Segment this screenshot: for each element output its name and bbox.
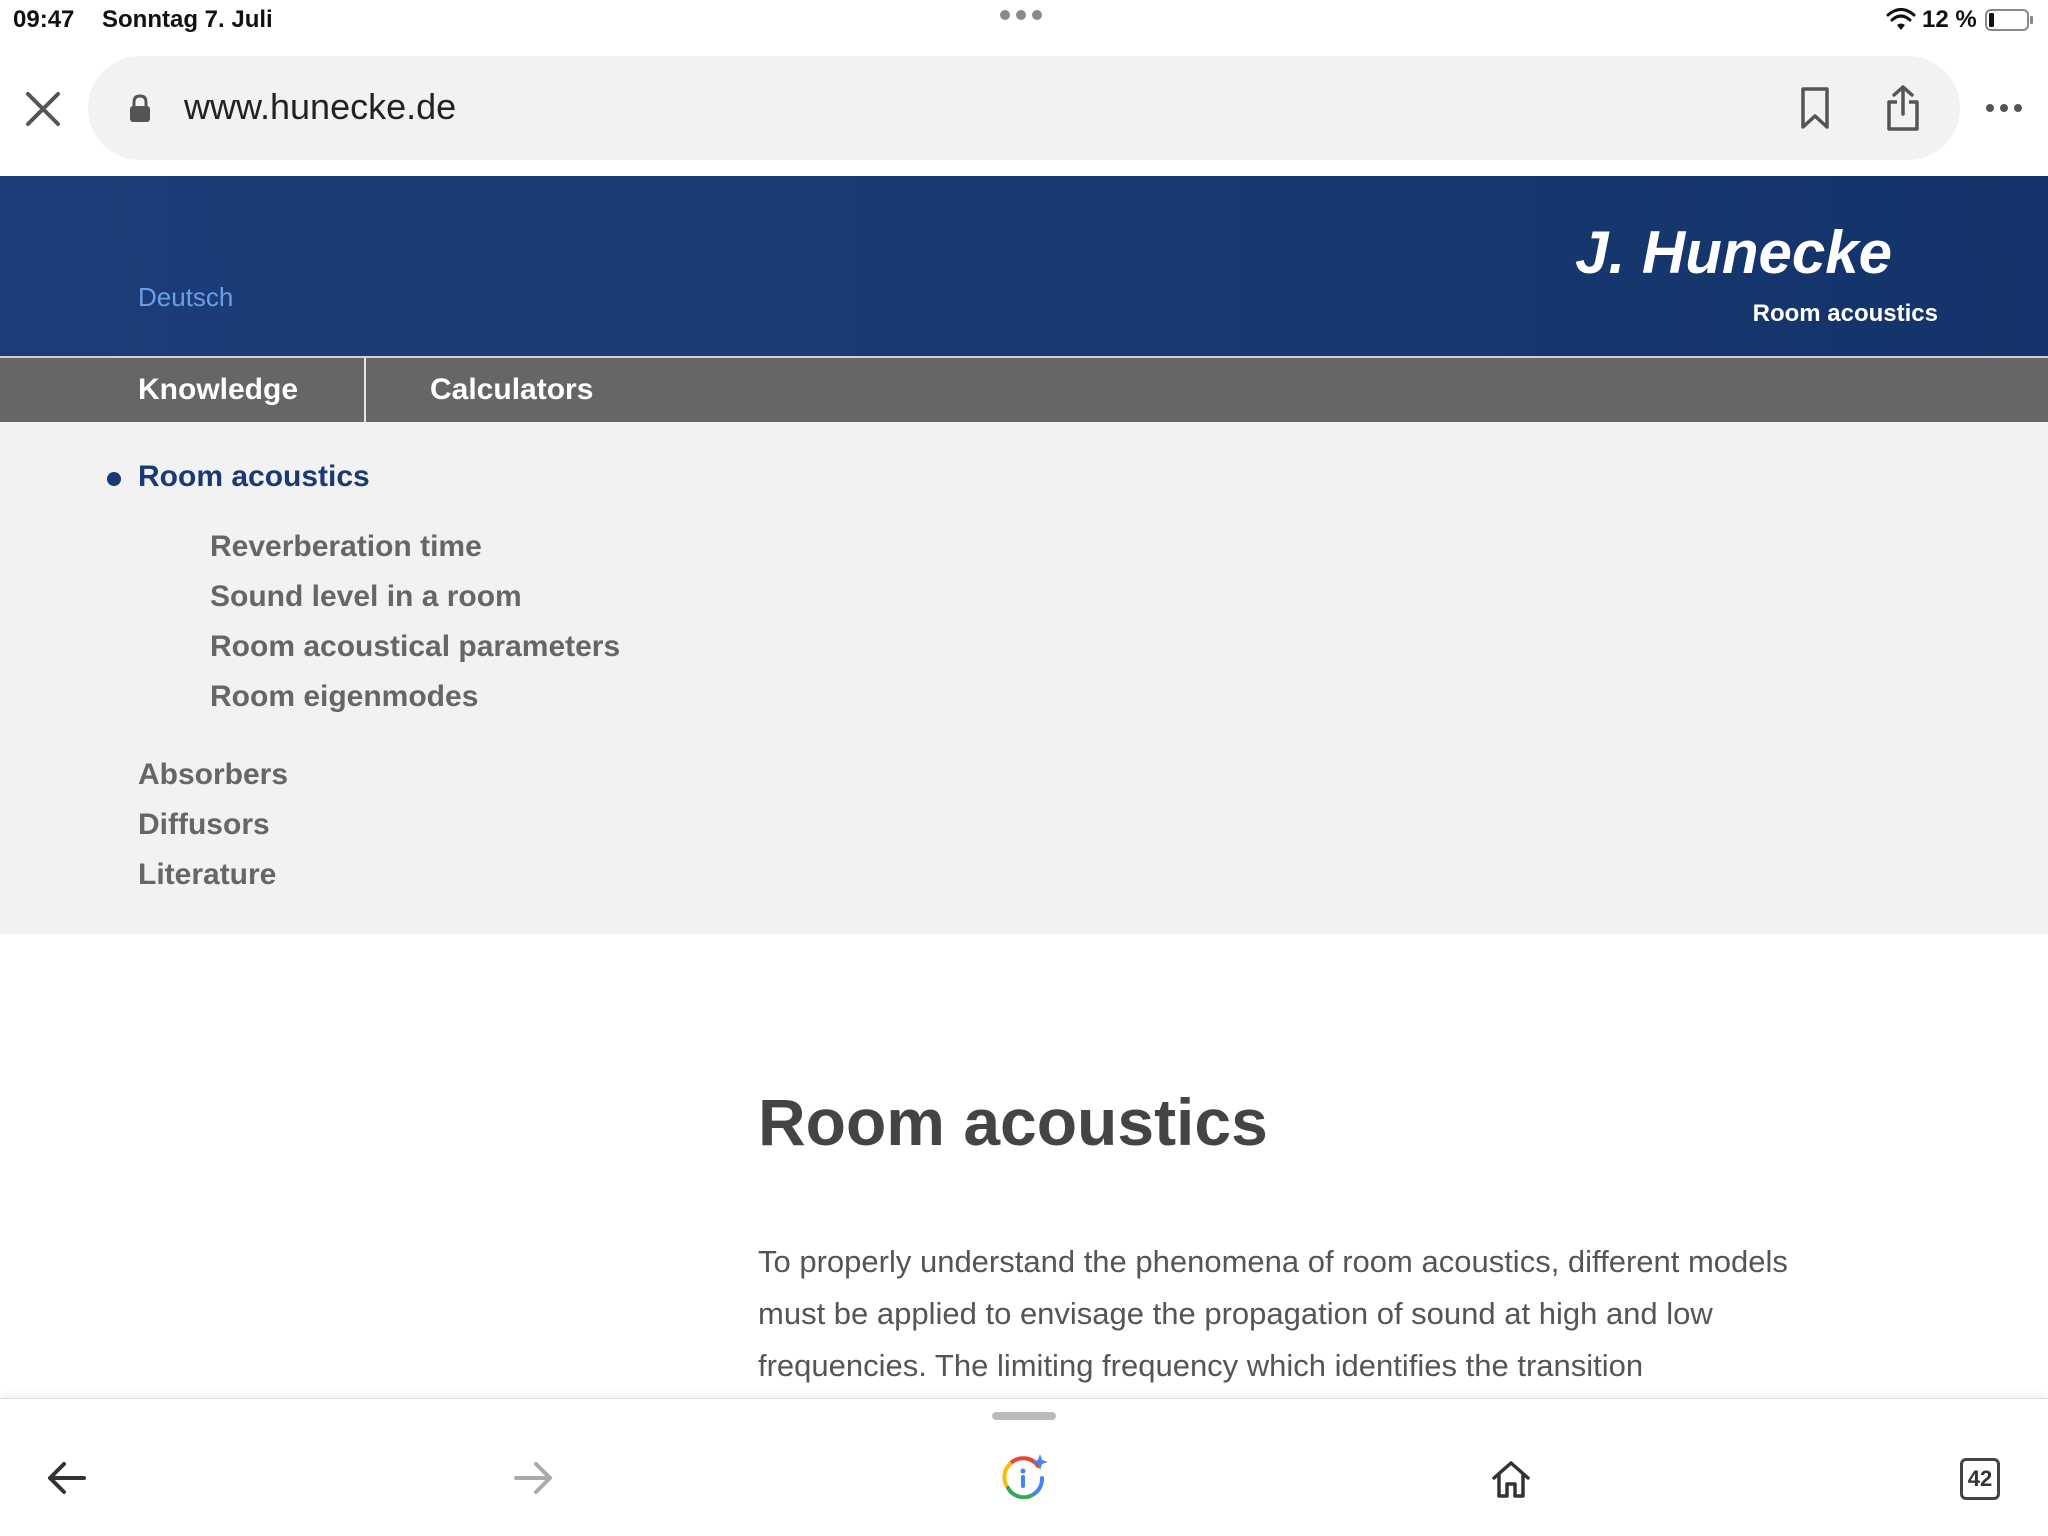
main-nav: Knowledge Calculators: [0, 356, 2048, 422]
status-date: Sonntag 7. Juli: [102, 6, 273, 33]
url-text[interactable]: www.hunecke.de: [184, 86, 456, 128]
brand-subtitle: Room acoustics: [1752, 300, 1938, 327]
battery-icon: [1985, 9, 2033, 31]
status-time: 09:47: [13, 6, 75, 33]
google-lens-icon[interactable]: [1000, 1452, 1048, 1502]
brand-logo[interactable]: J. Hunecke: [1575, 218, 1892, 287]
close-icon[interactable]: [22, 88, 64, 130]
more-options-icon[interactable]: [1984, 98, 2024, 118]
nav-knowledge[interactable]: Knowledge: [138, 358, 298, 422]
menu-item-room-eigenmodes[interactable]: Room eigenmodes: [210, 680, 478, 714]
tab-switcher-button[interactable]: 42: [1960, 1458, 2000, 1500]
section-menu: [0, 422, 2048, 934]
multitasking-dots-icon[interactable]: [1000, 10, 1042, 20]
wifi-icon: [1886, 8, 1916, 30]
menu-item-room-acoustical-parameters[interactable]: Room acoustical parameters: [210, 630, 620, 664]
home-icon[interactable]: [1490, 1458, 1532, 1500]
forward-arrow-icon[interactable]: [512, 1458, 556, 1498]
language-link-deutsch[interactable]: Deutsch: [138, 282, 233, 313]
intro-paragraph: To properly understand the phenomena of …: [758, 1244, 1788, 1383]
sheet-handle[interactable]: [992, 1412, 1056, 1420]
menu-item-absorbers[interactable]: Absorbers: [138, 758, 288, 792]
status-bar: 09:47 Sonntag 7. Juli 12 %: [0, 0, 2048, 40]
nav-divider: [364, 358, 366, 422]
back-arrow-icon[interactable]: [44, 1458, 88, 1498]
active-bullet-icon: [107, 472, 121, 486]
battery-percent: 12 %: [1922, 6, 1977, 33]
menu-item-room-acoustics[interactable]: Room acoustics: [138, 460, 370, 494]
nav-calculators[interactable]: Calculators: [430, 358, 593, 422]
page-title: Room acoustics: [758, 1085, 1268, 1159]
share-icon[interactable]: [1883, 84, 1923, 132]
menu-item-literature[interactable]: Literature: [138, 858, 276, 892]
lock-icon: [130, 94, 150, 122]
menu-item-reverberation-time[interactable]: Reverberation time: [210, 530, 482, 564]
menu-item-diffusors[interactable]: Diffusors: [138, 808, 270, 842]
menu-item-sound-level[interactable]: Sound level in a room: [210, 580, 522, 614]
bookmark-icon[interactable]: [1797, 86, 1833, 130]
